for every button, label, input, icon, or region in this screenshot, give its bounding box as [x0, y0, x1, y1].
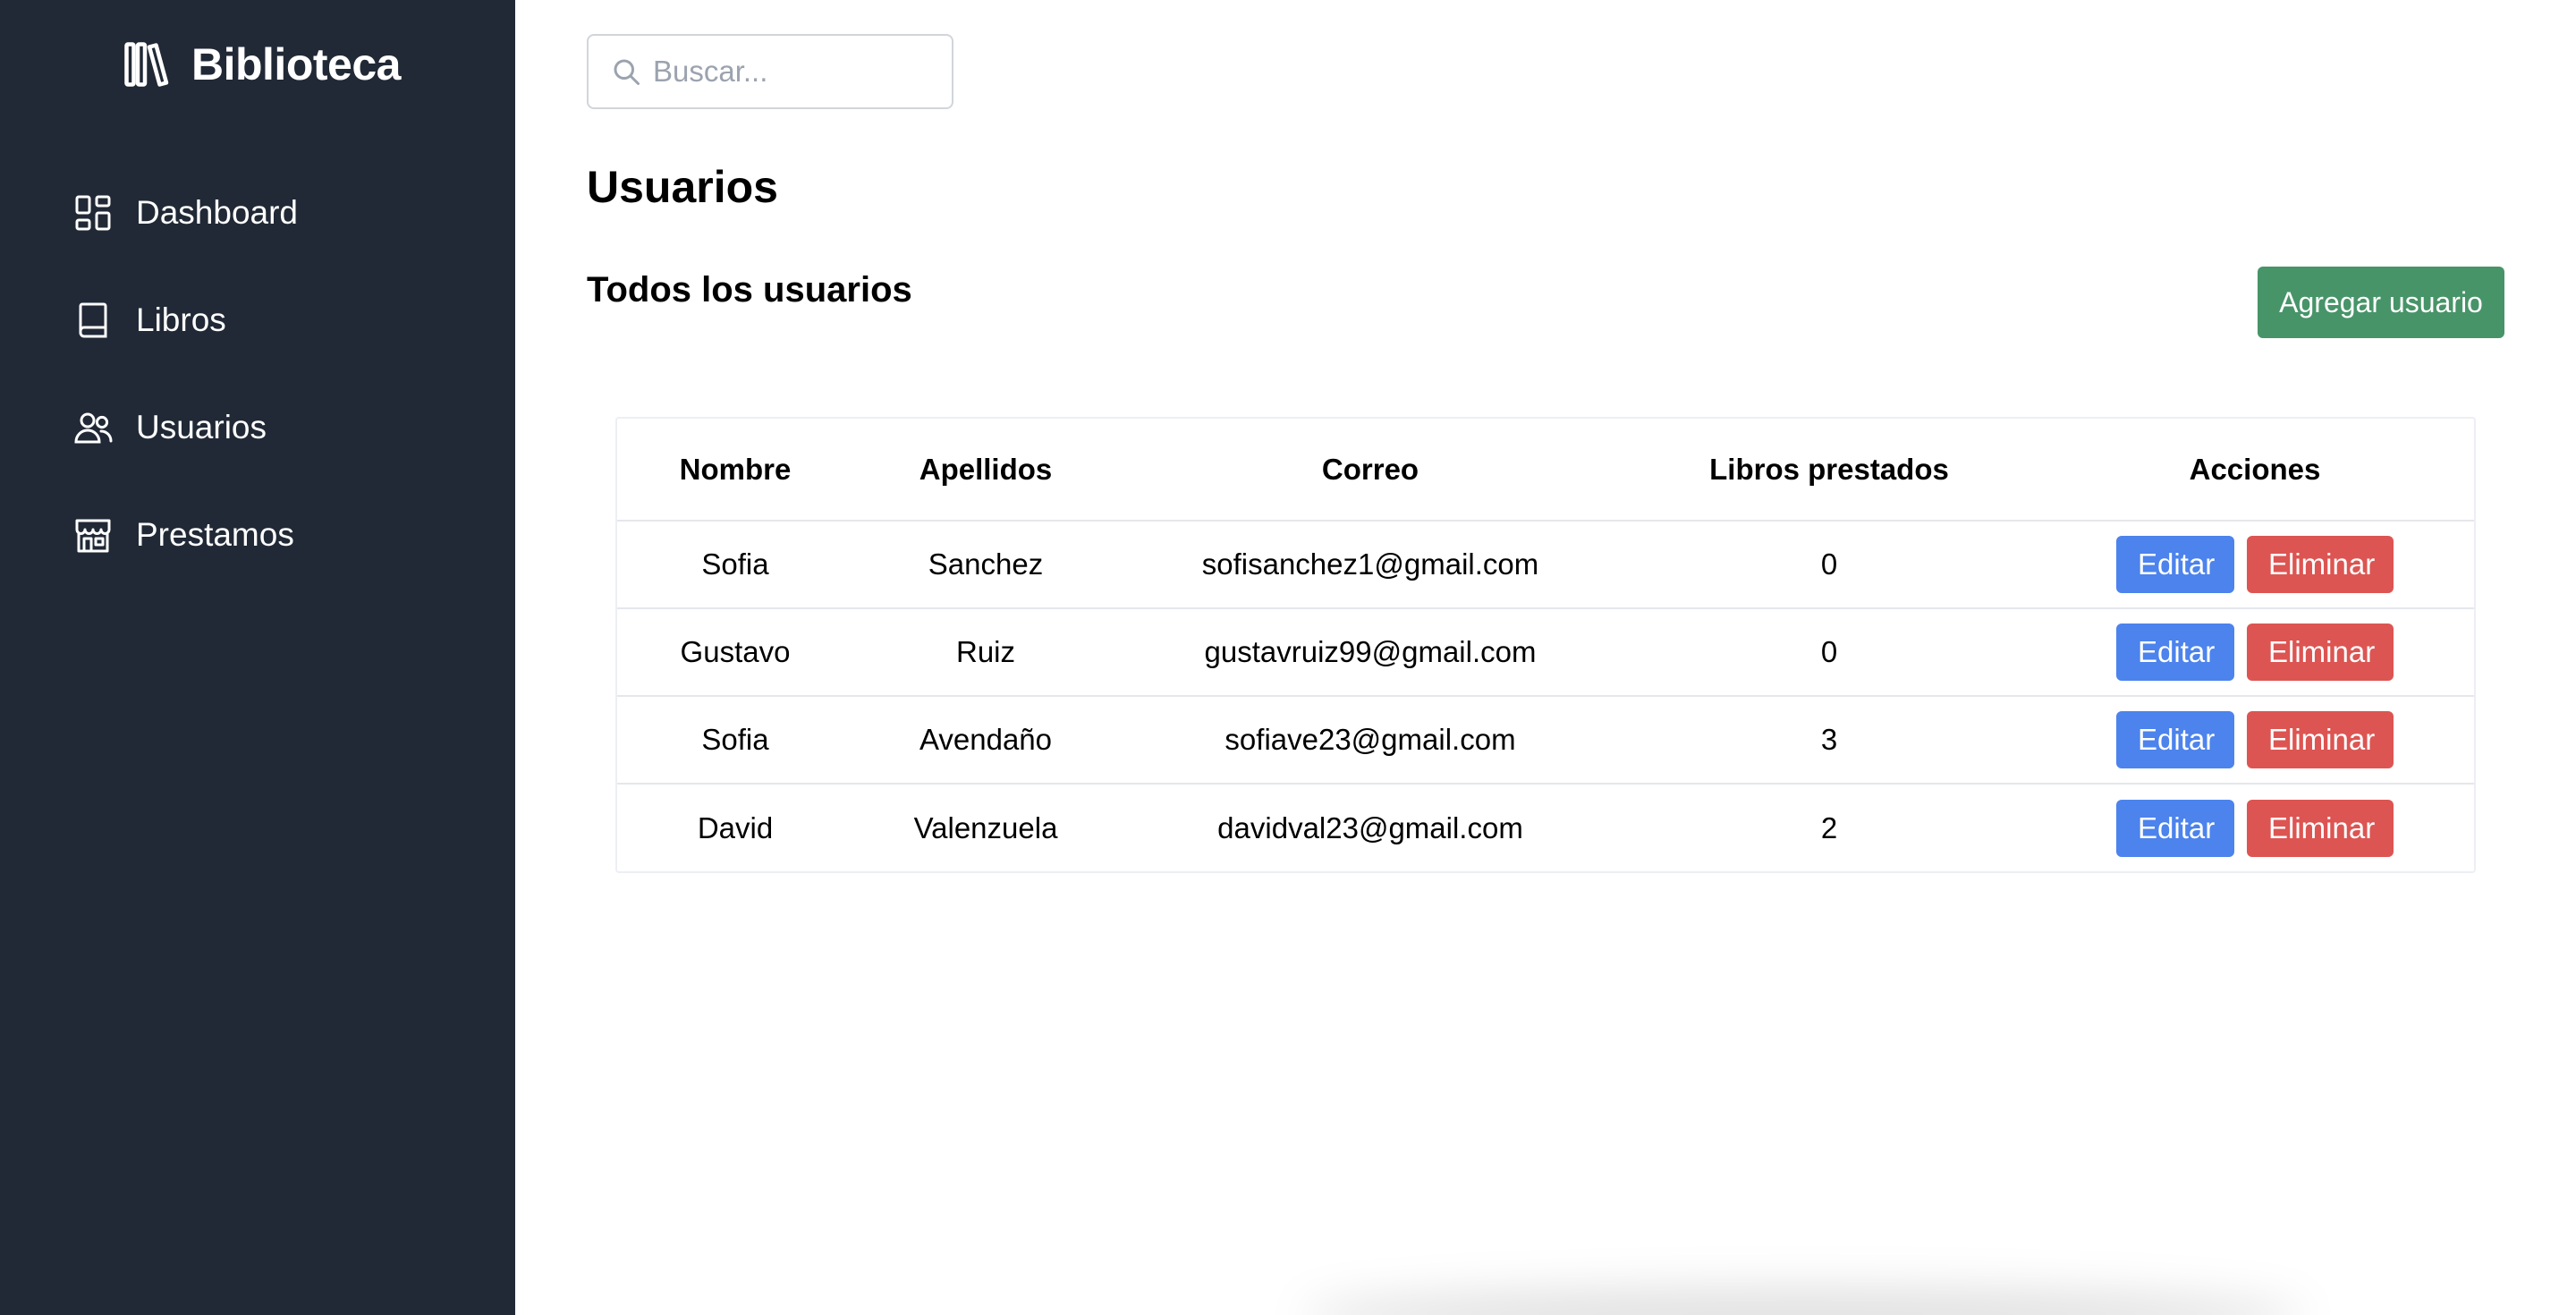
- users-icon: [74, 412, 113, 444]
- cell-apellidos: Ruiz: [853, 608, 1118, 697]
- column-header-apellidos: Apellidos: [853, 419, 1118, 522]
- delete-button[interactable]: Eliminar: [2247, 799, 2394, 857]
- cell-correo: gustavruiz99@gmail.com: [1118, 608, 1623, 697]
- sidebar-item-prestamos[interactable]: Prestamos: [72, 499, 298, 571]
- cell-libros-prestados: 3: [1623, 696, 2036, 785]
- section-title: Todos los usuarios: [587, 270, 912, 310]
- add-user-button[interactable]: Agregar usuario: [2258, 267, 2504, 338]
- column-header-acciones: Acciones: [2036, 419, 2474, 522]
- delete-button[interactable]: Eliminar: [2247, 711, 2394, 768]
- row-actions: Editar Eliminar: [2036, 624, 2474, 681]
- table-row: Sofia Sanchez sofisanchez1@gmail.com 0 E…: [617, 521, 2474, 609]
- edit-button[interactable]: Editar: [2116, 536, 2234, 593]
- search-icon: [614, 59, 640, 85]
- cell-nombre: David: [697, 810, 774, 844]
- dashboard-grid-icon: [75, 195, 111, 231]
- store-icon: [75, 519, 111, 553]
- column-header-libros-prestados: Libros prestados: [1623, 419, 2036, 522]
- main-content: Usuarios Todos los usuarios Agregar usua…: [515, 0, 2576, 1315]
- table-row: Sofia Avendaño sofiave23@gmail.com 3 Edi…: [617, 696, 2474, 785]
- sidebar-item-dashboard[interactable]: Dashboard: [72, 177, 298, 249]
- table-header: Nombre Apellidos Correo Libros prestados…: [617, 419, 2474, 522]
- users-table-grid: Nombre Apellidos Correo Libros prestados…: [617, 419, 2474, 871]
- cell-nombre: Sofia: [617, 696, 853, 785]
- book-icon: [79, 302, 107, 338]
- table-header-row: Nombre Apellidos Correo Libros prestados…: [617, 419, 2474, 522]
- table-row: David Valenzuela davidval23@gmail.com 2 …: [617, 784, 2474, 871]
- column-header-nombre: Nombre: [617, 419, 853, 522]
- cell-nombre: Sofia: [617, 521, 853, 609]
- cell-libros-prestados: 0: [1623, 608, 2036, 697]
- delete-button[interactable]: Eliminar: [2247, 536, 2394, 593]
- sidebar-item-label: Usuarios: [136, 409, 267, 445]
- brand-title: Biblioteca: [191, 39, 401, 89]
- edit-button[interactable]: Editar: [2116, 624, 2234, 681]
- cell-acciones: Editar Eliminar: [2036, 784, 2474, 871]
- sidebar-item-libros[interactable]: Libros: [72, 284, 298, 356]
- table-row: Gustavo Ruiz gustavruiz99@gmail.com 0 Ed…: [617, 608, 2474, 697]
- cell-correo: davidval23@gmail.com: [1217, 810, 1523, 844]
- sidebar-item-label: Prestamos: [136, 516, 294, 553]
- table-body: Sofia Sanchez sofisanchez1@gmail.com 0 E…: [617, 521, 2474, 871]
- sidebar-item-label: Libros: [136, 301, 226, 338]
- cell-apellidos: Avendaño: [853, 696, 1118, 785]
- search-box[interactable]: [587, 34, 953, 109]
- cell-nombre: Gustavo: [617, 608, 853, 697]
- bottom-shadow-decoration: [1302, 1288, 2304, 1315]
- column-header-correo: Correo: [1118, 419, 1623, 522]
- edit-button[interactable]: Editar: [2116, 711, 2234, 768]
- sidebar-item-label: Dashboard: [136, 194, 299, 231]
- cell-acciones: Editar Eliminar: [2036, 608, 2474, 697]
- sidebar: Biblioteca Dashboard Libros Usuarios Pre…: [0, 0, 515, 1315]
- page-title: Usuarios: [587, 162, 778, 212]
- cell-correo: sofiave23@gmail.com: [1118, 696, 1623, 785]
- library-books-icon: [124, 42, 169, 87]
- cell-libros-prestados: 2: [1820, 810, 1838, 844]
- search-input[interactable]: [653, 55, 939, 89]
- brand[interactable]: Biblioteca: [120, 36, 401, 93]
- cell-apellidos: Sanchez: [853, 521, 1118, 609]
- cell-acciones: Editar Eliminar: [2036, 521, 2474, 609]
- delete-button[interactable]: Eliminar: [2247, 624, 2394, 681]
- edit-button[interactable]: Editar: [2116, 799, 2234, 857]
- row-actions: Editar Eliminar: [2036, 711, 2474, 768]
- sidebar-nav: Dashboard Libros Usuarios Prestamos: [72, 177, 298, 607]
- sidebar-item-usuarios[interactable]: Usuarios: [72, 392, 298, 463]
- cell-correo: sofisanchez1@gmail.com: [1118, 521, 1623, 609]
- cell-acciones: Editar Eliminar: [2036, 696, 2474, 785]
- row-actions: Editar Eliminar: [2036, 536, 2474, 593]
- cell-libros-prestados: 0: [1623, 521, 2036, 609]
- row-actions: Editar Eliminar: [2036, 799, 2474, 857]
- cell-apellidos: Valenzuela: [913, 810, 1058, 844]
- users-table: Nombre Apellidos Correo Libros prestados…: [615, 417, 2476, 873]
